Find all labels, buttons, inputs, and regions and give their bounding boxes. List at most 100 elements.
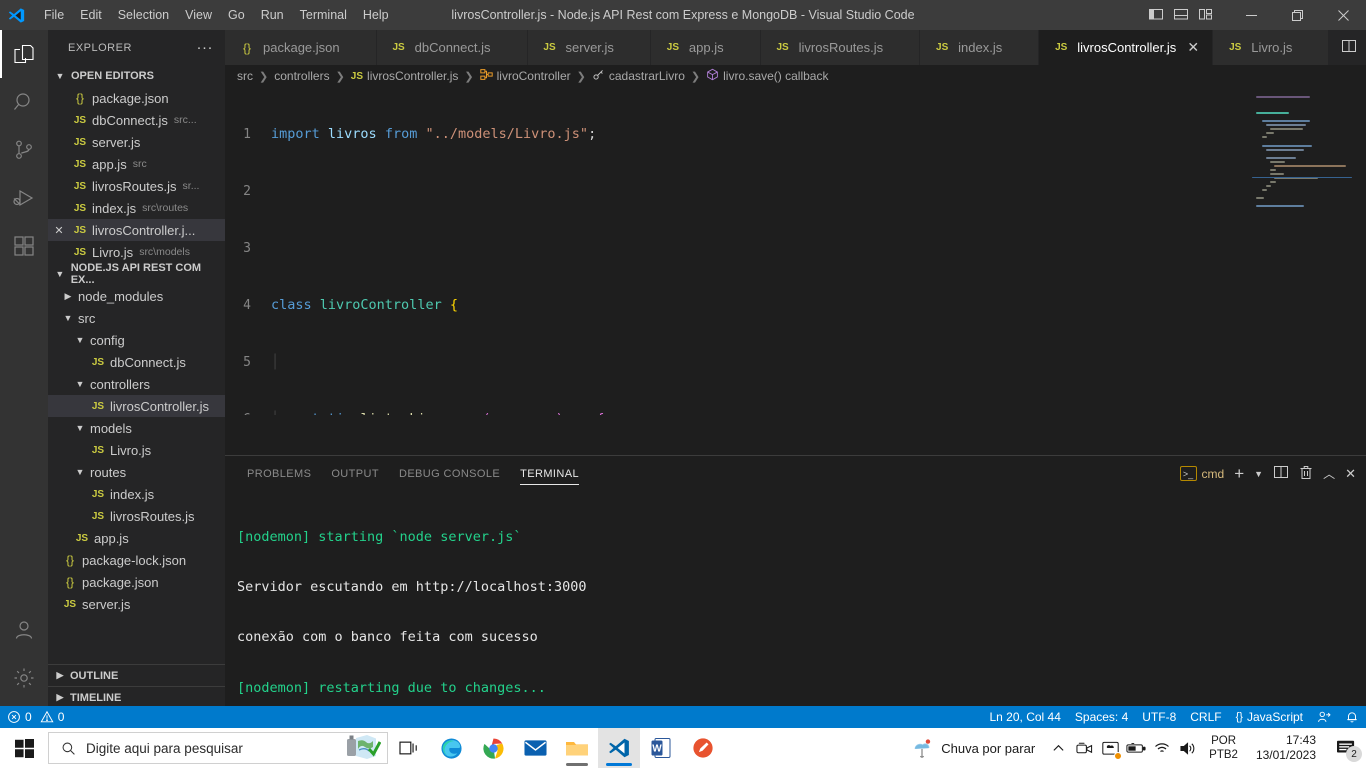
split-editor-icon[interactable] (1341, 38, 1357, 57)
open-editors-section-header[interactable]: ▼ OPEN EDITORS (48, 65, 225, 87)
tree-file-dbConnect[interactable]: JS dbConnect.js (48, 351, 225, 373)
tree-file-index[interactable]: JS index.js (48, 483, 225, 505)
tab-dbConnect-js[interactable]: JS dbConnect.js ✕ (376, 30, 528, 65)
tab-Livro-js[interactable]: JS Livro.js ✕ (1213, 30, 1330, 65)
open-editor-item[interactable]: JS dbConnect.js src... (48, 109, 225, 131)
mail-icon[interactable] (514, 728, 556, 768)
activity-extensions-icon[interactable] (0, 222, 48, 270)
open-editor-item[interactable]: JS server.js (48, 131, 225, 153)
open-editor-item-active[interactable]: ✕ JS livrosController.j... (48, 219, 225, 241)
toggle-panel-icon[interactable] (1173, 6, 1189, 25)
breadcrumb-file[interactable]: JS livrosController.js (351, 69, 459, 83)
clock[interactable]: 17:43 13/01/2023 (1246, 733, 1326, 763)
window-close-button[interactable] (1320, 0, 1366, 30)
menu-terminal[interactable]: Terminal (292, 4, 355, 26)
word-icon[interactable]: W (640, 728, 682, 768)
taskbar-search-input[interactable]: Digite aqui para pesquisar (48, 732, 388, 764)
chrome-icon[interactable] (472, 728, 514, 768)
start-button-icon[interactable] (0, 728, 48, 768)
tab-debug-console[interactable]: DEBUG CONSOLE (389, 456, 510, 491)
activity-source-control-icon[interactable] (0, 126, 48, 174)
status-notifications-bell[interactable] (1338, 706, 1366, 728)
open-editor-item[interactable]: {} package.json (48, 87, 225, 109)
activity-run-debug-icon[interactable] (0, 174, 48, 222)
menu-help[interactable]: Help (355, 4, 397, 26)
terminal-dropdown-icon[interactable]: ▼ (1254, 469, 1263, 479)
tree-file-livrosRoutes[interactable]: JS livrosRoutes.js (48, 505, 225, 527)
tree-file-package-lock[interactable]: {} package-lock.json (48, 549, 225, 571)
outline-section-header[interactable]: ▶ OUTLINE (48, 664, 225, 686)
tab-livrosController-js[interactable]: JS livrosController.js ✕ (1039, 30, 1214, 65)
tab-livrosRoutes-js[interactable]: JS livrosRoutes.js ✕ (760, 30, 921, 65)
minimap[interactable] (1252, 87, 1352, 415)
vscode-taskbar-icon[interactable] (598, 728, 640, 768)
close-panel-icon[interactable]: ✕ (1345, 466, 1356, 482)
action-center-button[interactable]: 2 (1326, 728, 1366, 768)
open-editor-item[interactable]: JS livrosRoutes.js sr... (48, 175, 225, 197)
wifi-icon[interactable] (1149, 728, 1175, 768)
tree-folder-routes[interactable]: ▼ routes (48, 461, 225, 483)
weather-widget[interactable]: Chuva por parar (907, 737, 1045, 759)
close-tab-icon[interactable]: ✕ (1186, 39, 1200, 56)
new-terminal-icon[interactable]: + (1234, 465, 1244, 482)
tree-file-app[interactable]: JS app.js (48, 527, 225, 549)
menu-run[interactable]: Run (253, 4, 292, 26)
menu-edit[interactable]: Edit (72, 4, 110, 26)
breadcrumb-function-symbol[interactable]: livro.save() callback (706, 68, 828, 84)
project-section-header[interactable]: ▼ NODE.JS API REST COM EX... (48, 262, 225, 286)
tree-file-Livro[interactable]: JS Livro.js (48, 439, 225, 461)
pen-app-icon[interactable] (682, 728, 724, 768)
menu-selection[interactable]: Selection (110, 4, 177, 26)
edge-icon[interactable] (430, 728, 472, 768)
split-terminal-icon[interactable] (1273, 464, 1289, 483)
customize-layout-icon[interactable] (1198, 6, 1214, 25)
tree-file-package[interactable]: {} package.json (48, 571, 225, 593)
tab-output[interactable]: OUTPUT (321, 456, 389, 491)
activity-account-icon[interactable] (0, 606, 48, 654)
activity-search-icon[interactable] (0, 78, 48, 126)
tab-index-js[interactable]: JS index.js ✕ (920, 30, 1040, 65)
task-view-icon[interactable] (388, 728, 430, 768)
tree-folder-models[interactable]: ▼ models (48, 417, 225, 439)
status-cursor-position[interactable]: Ln 20, Col 44 (983, 706, 1068, 728)
tree-folder-config[interactable]: ▼ config (48, 329, 225, 351)
tab-problems[interactable]: PROBLEMS (237, 456, 321, 491)
tab-app-js[interactable]: JS app.js ✕ (650, 30, 761, 65)
battery-icon[interactable] (1123, 728, 1149, 768)
window-minimize-button[interactable] (1228, 0, 1274, 30)
volume-icon[interactable] (1175, 728, 1201, 768)
tree-file-server[interactable]: JS server.js (48, 593, 225, 615)
menu-go[interactable]: Go (220, 4, 253, 26)
open-editor-item[interactable]: JS app.js src (48, 153, 225, 175)
breadcrumb-property-symbol[interactable]: cadastrarLivro (592, 68, 685, 84)
maximize-panel-icon[interactable]: ︿ (1323, 465, 1335, 482)
meet-now-camera-icon[interactable] (1071, 728, 1097, 768)
status-eol[interactable]: CRLF (1183, 706, 1228, 728)
toggle-primary-sidebar-icon[interactable] (1148, 6, 1164, 25)
tree-folder-node_modules[interactable]: ▶ node_modules (48, 285, 225, 307)
explorer-more-actions-icon[interactable]: ··· (191, 40, 220, 55)
close-editor-icon[interactable]: ✕ (48, 224, 70, 237)
tab-server-js[interactable]: JS server.js ✕ (527, 30, 651, 65)
terminal-shell-selector[interactable]: >_ cmd (1179, 466, 1224, 481)
onedrive-sync-icon[interactable] (1097, 728, 1123, 768)
breadcrumb-class-symbol[interactable]: livroController (479, 68, 571, 84)
open-editor-item[interactable]: JS index.js src\routes (48, 197, 225, 219)
input-language-indicator[interactable]: POR PTB2 (1201, 734, 1246, 762)
breadcrumb-controllers[interactable]: controllers (274, 69, 329, 83)
window-maximize-button[interactable] (1274, 0, 1320, 30)
tree-file-livrosController[interactable]: JS livrosController.js (48, 395, 225, 417)
open-editor-item[interactable]: JS Livro.js src\models (48, 241, 225, 263)
status-encoding[interactable]: UTF-8 (1135, 706, 1183, 728)
menu-file[interactable]: File (36, 4, 72, 26)
activity-settings-gear-icon[interactable] (0, 654, 48, 702)
tab-terminal[interactable]: TERMINAL (510, 456, 589, 491)
show-hidden-icons-chevron-icon[interactable] (1045, 728, 1071, 768)
timeline-section-header[interactable]: ▶ TIMELINE (48, 686, 225, 708)
tree-folder-src[interactable]: ▼ src (48, 307, 225, 329)
kill-terminal-trash-icon[interactable] (1299, 465, 1313, 483)
activity-explorer-icon[interactable] (0, 30, 48, 78)
status-indentation[interactable]: Spaces: 4 (1068, 706, 1135, 728)
code-editor[interactable]: 1 import livros from "../models/Livro.js"… (225, 87, 1366, 415)
menu-view[interactable]: View (177, 4, 220, 26)
